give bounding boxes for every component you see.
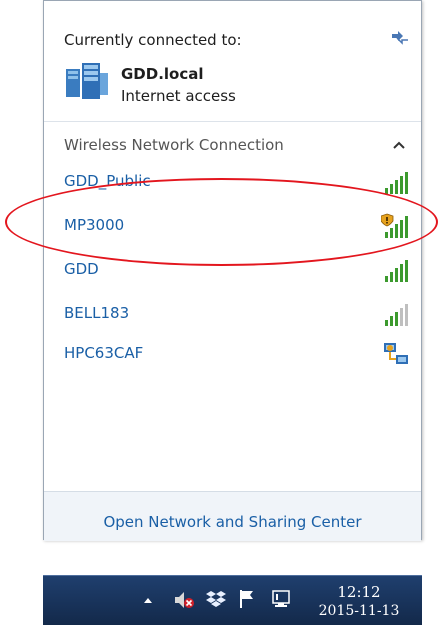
signal-strength-icon <box>385 172 408 194</box>
dropbox-icon[interactable] <box>206 589 226 609</box>
wifi-network-label: MP3000 <box>64 216 125 234</box>
adhoc-network-icon <box>384 343 408 364</box>
current-network-status: Internet access <box>121 87 236 105</box>
wifi-network-label: GDD <box>64 260 99 278</box>
show-hidden-icons-icon[interactable] <box>143 596 153 604</box>
divider <box>44 121 421 122</box>
taskbar: 12:12 2015-11-13 <box>43 575 422 625</box>
wifi-network-gdd-public[interactable]: GDD_Public <box>44 165 421 199</box>
wifi-network-gdd[interactable]: GDD <box>44 253 421 287</box>
clock-time[interactable]: 12:12 <box>319 583 399 601</box>
wifi-network-label: HPC63CAF <box>64 344 144 362</box>
chevron-up-icon[interactable] <box>393 141 405 149</box>
secured-signal-strength-icon <box>381 213 408 238</box>
action-center-flag-icon[interactable] <box>237 588 257 610</box>
refresh-icon[interactable] <box>389 28 411 46</box>
network-icon <box>66 63 108 99</box>
wifi-network-bell183[interactable]: BELL183 <box>44 297 421 331</box>
wifi-network-label: GDD_Public <box>64 172 151 190</box>
wifi-network-hpc63caf[interactable]: HPC63CAF <box>44 337 421 371</box>
signal-strength-icon <box>385 260 408 282</box>
signal-strength-icon <box>385 304 408 326</box>
current-network-name: GDD.local <box>121 65 204 83</box>
wifi-network-label: BELL183 <box>64 304 130 322</box>
section-title: Wireless Network Connection <box>64 136 284 154</box>
network-tray-icon[interactable] <box>270 588 292 610</box>
wifi-network-mp3000[interactable]: MP3000 <box>44 209 421 243</box>
open-network-sharing-center-link[interactable]: Open Network and Sharing Center <box>44 513 421 531</box>
network-flyout: Currently connected to: GDD.local Intern… <box>43 0 422 541</box>
clock-date[interactable]: 2015-11-13 <box>309 603 409 619</box>
volume-muted-icon[interactable] <box>173 590 195 610</box>
connected-label: Currently connected to: <box>64 31 242 49</box>
footer: Open Network and Sharing Center <box>44 491 421 541</box>
